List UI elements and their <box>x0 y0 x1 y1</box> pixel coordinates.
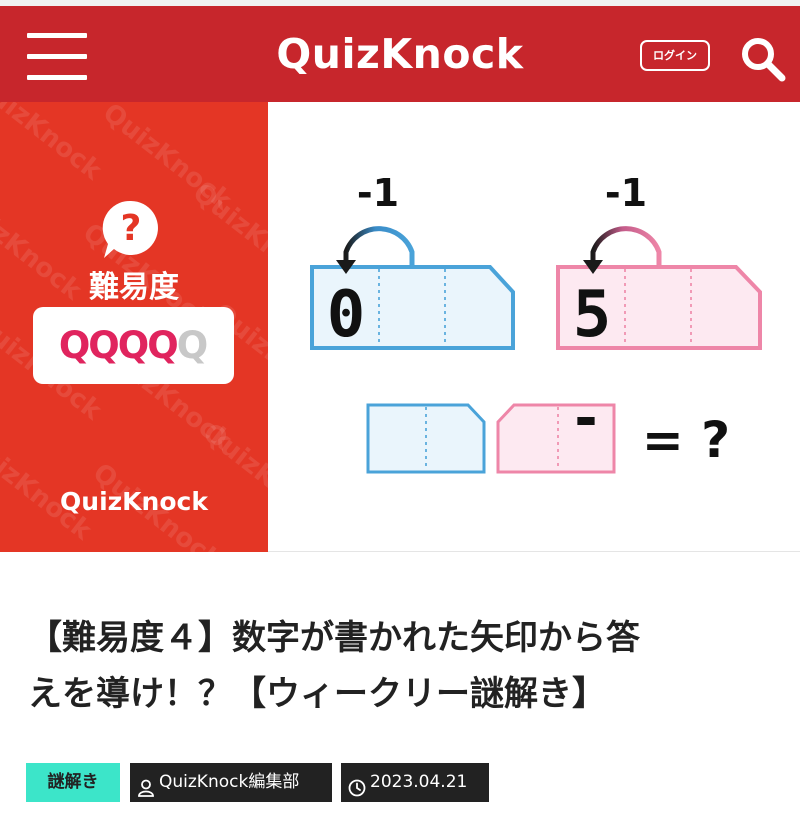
author-tag[interactable]: QuizKnock編集部 <box>130 763 332 802</box>
site-logo[interactable]: QuizKnock <box>250 30 550 78</box>
publish-date: 2023.04.21 <box>370 772 468 792</box>
puzzle-box-pink-bottom: - <box>496 386 616 474</box>
rating-q-empty: Q <box>176 324 209 367</box>
author-name: QuizKnock編集部 <box>159 772 300 792</box>
watermark-text: QuizKnock <box>197 417 268 537</box>
site-header: QuizKnock ログイン <box>0 6 800 102</box>
difficulty-rating: QQQQQ <box>33 307 234 384</box>
step-label: -1 <box>605 171 647 215</box>
clock-icon <box>348 773 366 797</box>
digit-label: 0 <box>327 278 366 352</box>
puzzle-box-blue-top: -1 0 <box>310 171 515 352</box>
equation-label: = ? <box>642 411 730 469</box>
svg-text:?: ? <box>121 208 142 249</box>
date-tag: 2023.04.21 <box>341 763 489 802</box>
rating-q-filled: Q <box>88 324 120 367</box>
puzzle-box-blue-bottom <box>366 403 486 474</box>
rating-q-filled: Q <box>58 324 91 367</box>
rating-q-filled: Q <box>117 324 150 367</box>
puzzle-illustration: -1 0 -1 5 - = ? <box>268 102 800 552</box>
user-icon <box>137 773 155 797</box>
category-tag[interactable]: 謎解き <box>26 763 120 802</box>
step-label: -1 <box>357 171 399 215</box>
rating-q-filled: Q <box>147 324 179 367</box>
question-mark-icon: ? <box>100 198 162 260</box>
hero-image[interactable]: QuizKnock QuizKnock QuizKnock QuizKnock Quiz… <box>0 102 800 552</box>
login-button[interactable]: ログイン <box>640 40 710 71</box>
article-title-line: えを導け！？【ウィークリー謎解き】 <box>28 674 606 714</box>
hero-brand-logo: QuizKnock <box>60 487 208 516</box>
digit-label: - <box>569 386 603 451</box>
menu-icon[interactable] <box>27 33 87 81</box>
digit-label: 5 <box>573 278 612 352</box>
article-title-line: 【難易度４】数字が書かれた矢印から答 <box>28 618 640 658</box>
puzzle-box-pink-top: -1 5 <box>556 171 762 352</box>
difficulty-panel: QuizKnock QuizKnock QuizKnock QuizKnock Quiz… <box>0 102 268 552</box>
watermark-text: QuizKnock <box>0 102 107 187</box>
difficulty-label: 難易度 <box>89 270 179 305</box>
article-title[interactable]: 【難易度４】数字が書かれた矢印から答 えを導け！？【ウィークリー謎解き】 <box>28 610 778 722</box>
search-icon[interactable] <box>738 34 786 82</box>
